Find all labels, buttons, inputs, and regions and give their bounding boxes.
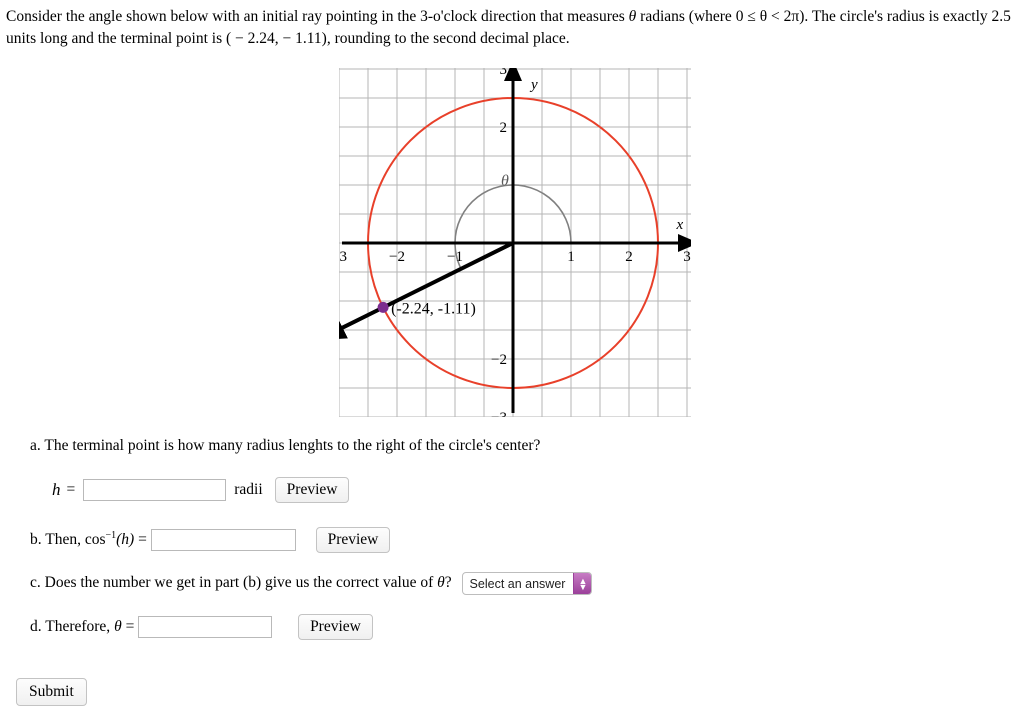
h-answer-input[interactable] bbox=[83, 479, 227, 502]
theta-symbol-d: θ bbox=[114, 618, 122, 635]
submit-button[interactable]: Submit bbox=[16, 678, 87, 707]
question-a-text: a. The terminal point is how many radius… bbox=[30, 437, 541, 454]
prompt-line1-part1: Consider the angle shown below with an i… bbox=[6, 8, 629, 25]
svg-text:−2: −2 bbox=[389, 249, 405, 265]
preview-button-d[interactable]: Preview bbox=[298, 614, 373, 641]
answer-select-value: Select an answer bbox=[469, 576, 566, 591]
theta-arc-label: θ bbox=[501, 173, 509, 190]
svg-text:3: 3 bbox=[683, 249, 691, 265]
chevron-updown-icon: ▲ ▼ bbox=[573, 573, 592, 594]
question-c-text: c. Does the number we get in part (b) gi… bbox=[30, 574, 438, 592]
svg-text:2: 2 bbox=[625, 249, 633, 265]
question-c-text-end: ? bbox=[444, 574, 452, 592]
radii-unit-label: radii bbox=[234, 481, 263, 499]
terminal-point-marker bbox=[377, 301, 389, 313]
svg-text:−3: −3 bbox=[491, 410, 507, 417]
terminal-point-label: (-2.24, -1.11) bbox=[391, 300, 476, 317]
equals-sign-b: = bbox=[138, 531, 147, 548]
question-prompt: Consider the angle shown below with an i… bbox=[6, 6, 1018, 50]
prompt-line1-part2: radians (where 0 ≤ θ < 2π). The circle's bbox=[636, 8, 884, 25]
preview-button-a[interactable]: Preview bbox=[274, 477, 350, 504]
theta-answer-input[interactable] bbox=[138, 616, 273, 639]
equals-sign-a: = bbox=[66, 481, 76, 499]
question-c-row: c. Does the number we get in part (b) gi… bbox=[30, 572, 593, 595]
y-axis-label: y bbox=[529, 77, 538, 93]
svg-text:−1: −1 bbox=[447, 249, 463, 265]
arccos-answer-input[interactable] bbox=[150, 529, 296, 552]
preview-button-b[interactable]: Preview bbox=[315, 527, 391, 554]
unit-circle-graph: −3 −2 −1 1 2 3 −3 −2 2 3 y x θ (-2.24, -1.11) bbox=[339, 68, 691, 417]
x-axis-label: x bbox=[676, 217, 684, 233]
question-b-prefix: b. Then, cos bbox=[30, 531, 106, 548]
svg-text:−3: −3 bbox=[339, 249, 347, 265]
question-b-row: b. Then, cos−1(h) = Preview bbox=[30, 527, 391, 554]
theta-symbol-c: θ bbox=[437, 574, 445, 592]
svg-text:−2: −2 bbox=[491, 352, 507, 368]
svg-text:1: 1 bbox=[567, 249, 575, 265]
answer-select-dropdown[interactable]: Select an answer ▲ ▼ bbox=[461, 572, 593, 595]
question-b-argument: (h) bbox=[116, 531, 135, 548]
svg-text:2: 2 bbox=[500, 120, 508, 136]
question-d-prefix: d. Therefore, bbox=[30, 618, 115, 635]
question-a-answer-row: h = radii Preview bbox=[52, 477, 350, 504]
svg-text:3: 3 bbox=[500, 68, 508, 78]
question-b-exponent: −1 bbox=[105, 529, 117, 541]
equals-sign-d: = bbox=[125, 618, 135, 635]
coordinate-plane-svg: −3 −2 −1 1 2 3 −3 −2 2 3 y x θ (-2.24, -1.11) bbox=[339, 68, 691, 417]
h-variable-label: h bbox=[52, 480, 61, 500]
question-d-row: d. Therefore, θ = Preview bbox=[30, 614, 373, 641]
